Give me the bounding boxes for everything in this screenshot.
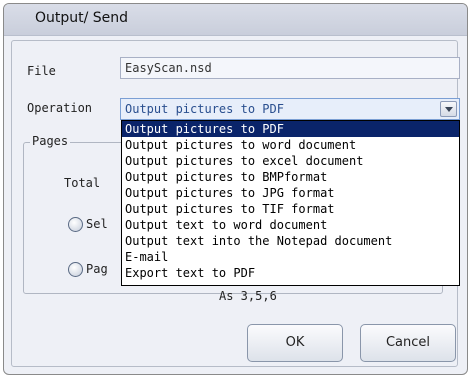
dropdown-option[interactable]: Output pictures to BMPformat xyxy=(122,169,459,185)
dropdown-arrow-button[interactable] xyxy=(440,101,457,117)
dropdown-option[interactable]: Output pictures to TIF format xyxy=(122,201,459,217)
operation-dropdown-list: Output pictures to PDF Output pictures to… xyxy=(121,120,460,286)
select-pages-radio[interactable] xyxy=(68,217,83,232)
page-range-label: Pag xyxy=(86,262,108,276)
dropdown-option[interactable]: E-mail xyxy=(122,249,459,265)
operation-selected-value: Output pictures to PDF xyxy=(125,102,284,116)
dropdown-option[interactable]: Output pictures to PDF xyxy=(122,121,459,137)
chevron-down-icon xyxy=(445,107,453,112)
page-range-hint: As 3,5,6 xyxy=(219,289,277,303)
page-range-radio[interactable] xyxy=(68,262,83,277)
cancel-button[interactable]: Cancel xyxy=(360,324,456,362)
title-bar: Output/ Send xyxy=(4,4,467,36)
file-value: EasyScan.nsd xyxy=(125,61,212,75)
dropdown-option[interactable]: Export text to PDF xyxy=(122,265,459,281)
operation-select[interactable]: Output pictures to PDF xyxy=(120,98,460,120)
dropdown-option[interactable]: Output pictures to word document xyxy=(122,137,459,153)
dropdown-option[interactable]: Output pictures to excel document xyxy=(122,153,459,169)
select-pages-label: Sel xyxy=(86,217,108,231)
file-label: File xyxy=(27,64,56,78)
operation-label: Operation xyxy=(27,101,93,115)
total-label: Total xyxy=(64,176,101,190)
ok-button[interactable]: OK xyxy=(247,324,343,362)
dropdown-option[interactable]: Output pictures to JPG format xyxy=(122,185,459,201)
dropdown-option[interactable]: Output text to word document xyxy=(122,217,459,233)
output-send-dialog: Output/ Send File EasyScan.nsd Operation… xyxy=(3,3,468,375)
dropdown-option[interactable]: Output text into the Notepad document xyxy=(122,233,459,249)
pages-group-label: Pages xyxy=(30,134,71,148)
dialog-title: Output/ Send xyxy=(35,10,129,26)
file-field[interactable]: EasyScan.nsd xyxy=(120,57,460,79)
